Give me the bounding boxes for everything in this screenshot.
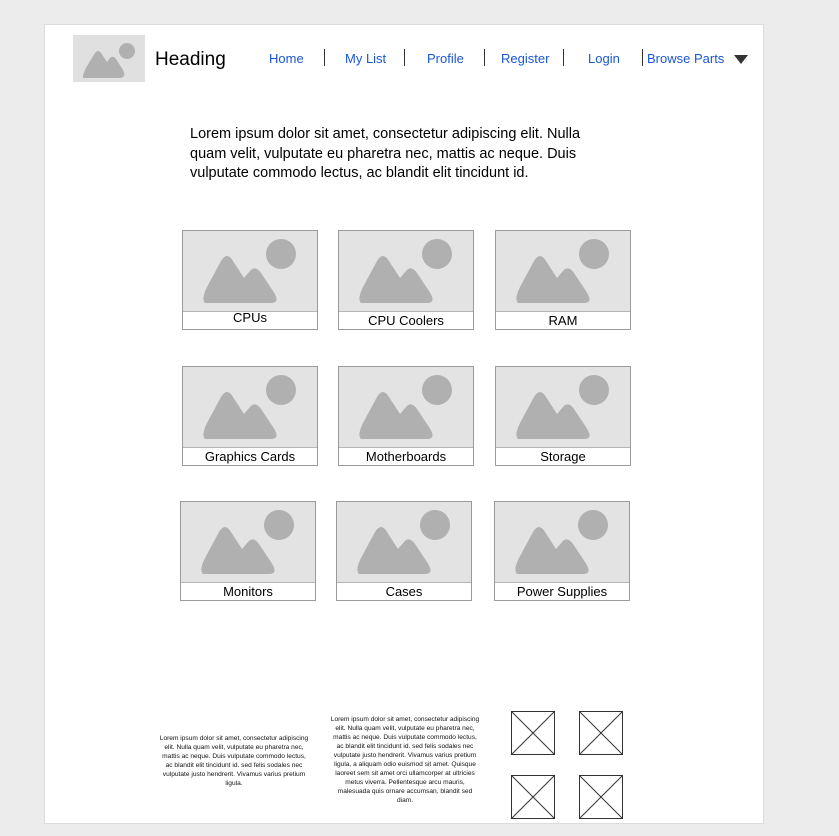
image-placeholder-icon [357,510,450,574]
nav-profile[interactable]: Profile [427,51,464,66]
image-placeholder-x-icon [579,775,623,819]
category-card-graphics-cards[interactable]: Graphics Cards [182,366,318,466]
page-heading: Heading [155,49,226,70]
image-placeholder-x-icon [579,711,623,755]
image-placeholder-icon [359,239,452,303]
nav-divider [642,49,643,66]
nav-home[interactable]: Home [269,51,304,66]
category-card-power-supplies[interactable]: Power Supplies [494,501,630,601]
card-image-placeholder [337,502,471,583]
image-placeholder-x-icon [511,775,555,819]
category-card-storage[interactable]: Storage [495,366,631,466]
card-image-placeholder [495,502,629,583]
intro-paragraph: Lorem ipsum dolor sit amet, consectetur … [190,126,581,181]
image-placeholder-icon [83,43,135,78]
footer-text-column-2: Lorem ipsum dolor sit amet, consectetur … [330,716,480,804]
footer-text-column-1: Lorem ipsum dolor sit amet, consectetur … [159,735,309,787]
card-label: Storage [540,449,586,464]
category-card-motherboards[interactable]: Motherboards [338,366,474,466]
nav-divider [563,49,564,66]
image-placeholder-icon [203,239,296,303]
card-image-placeholder [496,231,630,312]
image-placeholder-icon [515,510,608,574]
card-label: CPUs [233,310,267,325]
card-label: Graphics Cards [204,449,296,464]
nav-register[interactable]: Register [501,51,549,66]
logo-image-placeholder [73,35,145,82]
nav-divider [484,49,485,66]
image-placeholder-x-icon [511,711,555,755]
category-card-monitors[interactable]: Monitors [180,501,316,601]
card-image-placeholder [181,502,315,583]
card-image-placeholder [183,231,317,312]
nav-divider [404,49,405,66]
category-card-cpu-coolers[interactable]: CPU Coolers [338,230,474,330]
nav-divider [324,49,325,66]
card-label: Monitors [223,584,273,599]
card-image-placeholder [339,231,473,312]
image-placeholder-icon [516,239,609,303]
page-frame: Heading Home My List Profile Register Lo… [44,24,764,824]
image-placeholder-icon [203,375,296,439]
card-label: Motherboards [365,449,447,464]
category-card-cpus[interactable]: CPUs [182,230,318,330]
category-card-ram[interactable]: RAM [495,230,631,330]
card-label: Power Supplies [516,584,608,599]
category-card-cases[interactable]: Cases [336,501,472,601]
card-label: CPU Coolers [368,313,444,328]
nav-browse-parts[interactable]: Browse Parts [647,51,724,66]
card-image-placeholder [183,367,317,448]
card-image-placeholder [496,367,630,448]
image-placeholder-icon [359,375,452,439]
nav-login[interactable]: Login [588,51,620,66]
image-placeholder-icon [516,375,609,439]
card-label: RAM [548,313,578,328]
card-label: Cases [385,584,423,599]
card-image-placeholder [339,367,473,448]
nav-my-list[interactable]: My List [345,51,386,66]
image-placeholder-icon [201,510,294,574]
triangle-down-icon[interactable] [734,55,748,64]
